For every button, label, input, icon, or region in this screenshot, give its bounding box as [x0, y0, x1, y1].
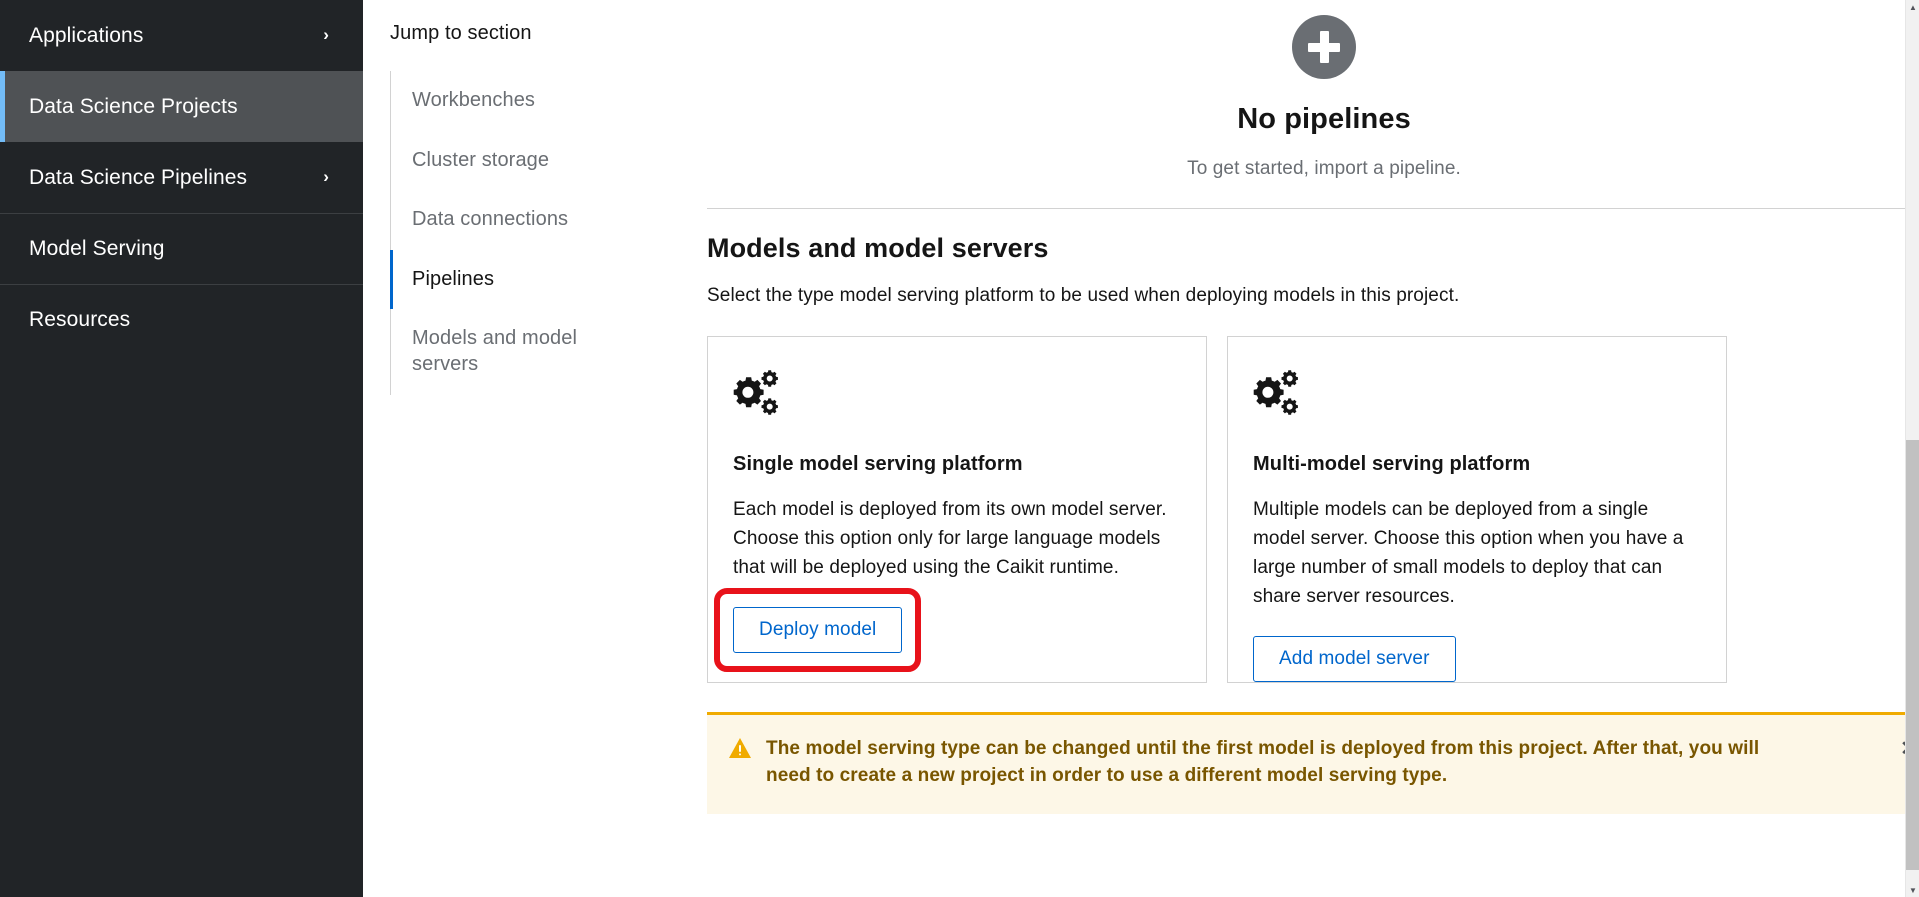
sidebar-item-label: Data Science Projects — [29, 94, 238, 118]
sidebar-item-label: Data Science Pipelines — [29, 165, 248, 189]
sidebar-item-resources[interactable]: Resources — [0, 284, 363, 355]
gears-icon — [1253, 367, 1701, 425]
jump-to-section-nav: Jump to section Workbenches Cluster stor… — [390, 0, 645, 395]
add-model-server-button-wrapper: Add model server — [1253, 635, 1456, 682]
alert-message: The model serving type can be changed un… — [766, 737, 1760, 787]
card-description: Multiple models can be deployed from a s… — [1253, 499, 1684, 607]
deploy-model-button-wrapper: Deploy model — [714, 587, 922, 672]
jump-link-cluster-storage[interactable]: Cluster storage — [391, 131, 645, 191]
gears-icon — [733, 367, 1181, 425]
jump-link-workbenches[interactable]: Workbenches — [391, 71, 645, 131]
card-description: Each model is deployed from its own mode… — [733, 499, 1167, 578]
chevron-right-icon: › — [323, 25, 329, 44]
platform-cards: Single model serving platform Each model… — [707, 336, 1919, 683]
section-title: Models and model servers — [707, 233, 1049, 263]
sidebar-item-model-serving[interactable]: Model Serving — [0, 213, 363, 284]
empty-state-title: No pipelines — [1237, 103, 1411, 135]
scroll-up-icon[interactable]: ▲ — [1906, 0, 1919, 14]
page-root: Applications › Data Science Projects Dat… — [0, 0, 1919, 897]
models-and-model-servers-section: Models and model servers Select the type… — [707, 233, 1919, 683]
primary-sidebar: Applications › Data Science Projects Dat… — [0, 0, 363, 897]
warning-triangle-icon — [729, 737, 751, 762]
card-title: Single model serving platform — [733, 453, 1023, 475]
sidebar-item-label: Applications — [29, 23, 144, 47]
section-description: Select the type model serving platform t… — [707, 285, 1460, 306]
jump-link-models-and-model-servers[interactable]: Models and model servers — [391, 309, 645, 394]
sidebar-item-data-science-projects[interactable]: Data Science Projects — [0, 71, 363, 142]
sidebar-item-data-science-pipelines[interactable]: Data Science Pipelines › — [0, 142, 363, 213]
model-serving-type-warning-alert: The model serving type can be changed un… — [707, 711, 1919, 814]
scroll-down-icon[interactable]: ▼ — [1906, 883, 1919, 897]
section-divider — [707, 208, 1919, 209]
main-content: Jump to section Workbenches Cluster stor… — [363, 0, 1919, 897]
chevron-right-icon: › — [323, 167, 329, 186]
sidebar-item-label: Model Serving — [29, 236, 165, 260]
jump-to-section-title: Jump to section — [390, 22, 532, 44]
card-multi-model-serving-platform[interactable]: Multi-model serving platform Multiple mo… — [1227, 336, 1727, 683]
jump-to-section-list: Workbenches Cluster storage Data connect… — [390, 71, 645, 395]
scrollbar-thumb[interactable] — [1906, 440, 1919, 870]
sidebar-item-label: Resources — [29, 307, 131, 331]
empty-state-body: To get started, import a pipeline. — [1187, 158, 1461, 179]
content-column: No pipelines To get started, import a pi… — [707, 0, 1919, 814]
card-title: Multi-model serving platform — [1253, 453, 1531, 475]
pipelines-empty-state: No pipelines To get started, import a pi… — [707, 0, 1919, 180]
sidebar-item-applications[interactable]: Applications › — [0, 0, 363, 71]
jump-link-pipelines[interactable]: Pipelines — [390, 249, 645, 310]
jump-link-data-connections[interactable]: Data connections — [391, 190, 645, 250]
plus-circle-icon — [1292, 15, 1356, 79]
card-single-model-serving-platform[interactable]: Single model serving platform Each model… — [707, 336, 1207, 683]
vertical-scrollbar[interactable]: ▲ ▼ — [1905, 0, 1919, 897]
deploy-model-button[interactable]: Deploy model — [733, 606, 903, 653]
add-model-server-button[interactable]: Add model server — [1253, 635, 1456, 682]
